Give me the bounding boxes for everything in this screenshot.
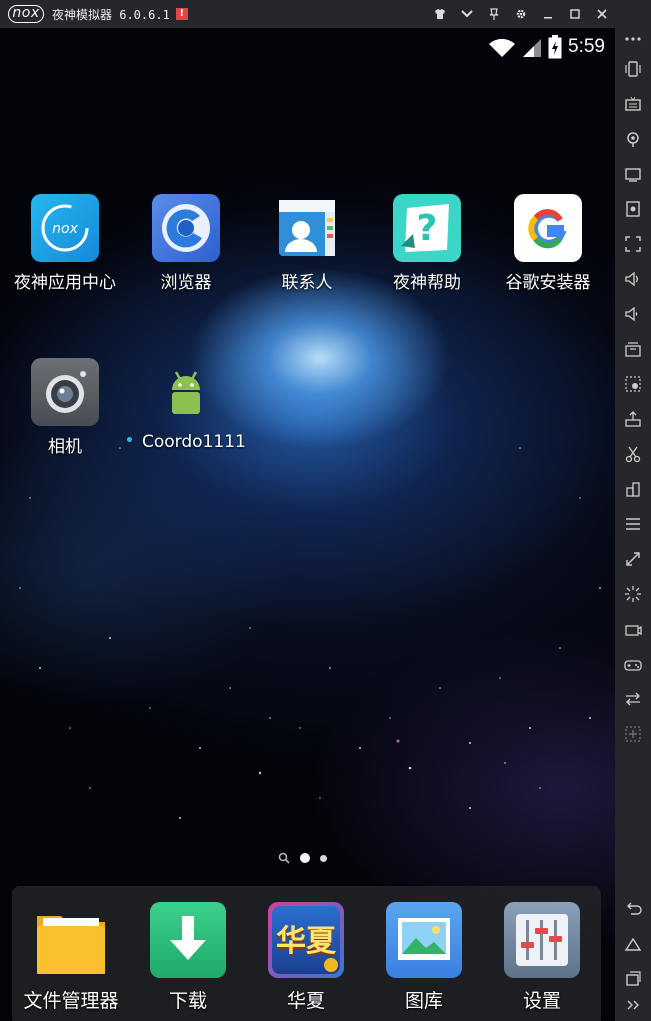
maximize-icon[interactable] <box>561 0 588 28</box>
update-alert-badge[interactable]: ! <box>175 8 188 20</box>
app-label: 夜神应用中心 <box>14 273 116 293</box>
page-dot-active[interactable] <box>300 853 310 863</box>
app-label-text: Coordo1111 <box>142 432 246 452</box>
dock-app-file-manager[interactable]: 文件管理器 <box>12 902 130 1013</box>
app-coordo1111[interactable]: Coordo1111 <box>127 358 246 452</box>
huaxia-game-icon: 华夏 <box>268 902 344 978</box>
app-label: 设置 <box>522 990 561 1012</box>
svg-text:?: ? <box>417 208 438 249</box>
android-icon <box>152 358 220 426</box>
contacts-icon <box>273 194 341 262</box>
app-label: 浏览器 <box>160 273 212 293</box>
minimize-icon[interactable] <box>534 0 561 28</box>
emulator-sidebar <box>615 0 651 1021</box>
location-icon[interactable] <box>615 124 651 154</box>
camera-icon <box>31 358 99 426</box>
shake-icon[interactable] <box>615 54 651 84</box>
title-bar-controls <box>426 0 615 28</box>
volume-up-icon[interactable] <box>615 264 651 294</box>
window-title: 夜神模拟器 6.0.6.1 <box>52 7 170 22</box>
recorder-icon[interactable] <box>615 334 651 364</box>
download-icon <box>150 902 226 978</box>
wifi-icon <box>489 38 516 57</box>
status-bar: 5:59 <box>488 34 605 60</box>
app-label: 文件管理器 <box>23 990 119 1012</box>
sync-arrows-icon[interactable] <box>615 684 651 714</box>
volume-down-icon[interactable] <box>615 299 651 329</box>
new-app-dot <box>127 436 132 442</box>
video-icon[interactable] <box>615 614 651 644</box>
signal-icon <box>523 39 542 57</box>
gear-icon[interactable] <box>507 0 534 28</box>
clock: 5:59 <box>568 36 605 57</box>
gamepad-icon[interactable] <box>615 649 651 679</box>
recent-apps-icon[interactable] <box>615 964 651 994</box>
app-camera[interactable]: 相机 <box>6 358 124 457</box>
app-label: 谷歌安装器 <box>505 273 591 293</box>
app-label: 联系人 <box>281 273 333 293</box>
nox-app-center-icon: nox <box>31 194 99 262</box>
title-bar: nox 夜神模拟器 6.0.6.1 ! <box>0 0 615 28</box>
android-home-screen: 5:59 nox 夜神应用中心 浏览器 联系人 ? 夜神帮助 谷歌安装器 相机 … <box>0 28 615 1021</box>
fullscreen-icon[interactable] <box>615 229 651 259</box>
search-icon[interactable] <box>278 852 290 864</box>
screen-icon[interactable] <box>615 159 651 189</box>
app-nox-help[interactable]: ? 夜神帮助 <box>368 194 486 293</box>
app-contacts[interactable]: 联系人 <box>248 194 366 293</box>
app-nox-app-center[interactable]: nox 夜神应用中心 <box>6 194 124 293</box>
apk-install-icon[interactable] <box>615 404 651 434</box>
shirt-icon[interactable] <box>426 0 453 28</box>
close-icon[interactable] <box>588 0 615 28</box>
folder-icon <box>33 902 109 978</box>
dock-app-huaxia[interactable]: 华夏 华夏 <box>247 902 365 1013</box>
dock-app-gallery[interactable]: 图库 <box>365 902 483 1013</box>
app-label: 夜神帮助 <box>393 273 461 293</box>
loading-icon[interactable] <box>615 579 651 609</box>
nox-logo: nox <box>8 5 44 23</box>
page-dot[interactable] <box>320 854 327 862</box>
huaxia-badge-text: 华夏 <box>276 924 336 959</box>
help-icon: ? <box>393 194 461 262</box>
menu-icon[interactable] <box>615 509 651 539</box>
app-browser[interactable]: 浏览器 <box>127 194 245 293</box>
back-icon[interactable] <box>615 894 651 924</box>
google-installer-icon <box>514 194 582 262</box>
scissors-icon[interactable] <box>615 439 651 469</box>
app-label: 华夏 <box>286 990 325 1012</box>
app-label: Coordo1111 <box>127 432 246 452</box>
app-label: 图库 <box>404 990 443 1012</box>
browser-icon <box>152 194 220 262</box>
resize-icon[interactable] <box>615 544 651 574</box>
dock-app-settings[interactable]: 设置 <box>483 902 601 1013</box>
app-label: 下载 <box>168 990 207 1012</box>
app-google-installer[interactable]: 谷歌安装器 <box>489 194 607 293</box>
settings-icon <box>504 902 580 978</box>
wallpaper-stars <box>19 447 601 819</box>
app-label: 相机 <box>48 437 82 457</box>
dock: 文件管理器 下载 华夏 华夏 图库 设置 <box>12 886 601 1021</box>
chevron-down-icon[interactable] <box>453 0 480 28</box>
battery-charging-icon <box>548 35 562 59</box>
add-icon[interactable] <box>615 719 651 749</box>
expand-icon[interactable] <box>615 992 651 1018</box>
home-icon[interactable] <box>615 929 651 959</box>
pin-icon[interactable] <box>480 0 507 28</box>
keyboard-icon[interactable] <box>615 89 651 119</box>
page-indicator[interactable] <box>278 852 327 864</box>
dock-app-download[interactable]: 下载 <box>129 902 247 1013</box>
more-icon[interactable] <box>615 24 651 54</box>
svg-text:nox: nox <box>52 221 78 237</box>
screenshot-icon[interactable] <box>615 194 651 224</box>
gallery-icon <box>386 902 462 978</box>
macro-icon[interactable] <box>615 369 651 399</box>
multi-instance-icon[interactable] <box>615 474 651 504</box>
